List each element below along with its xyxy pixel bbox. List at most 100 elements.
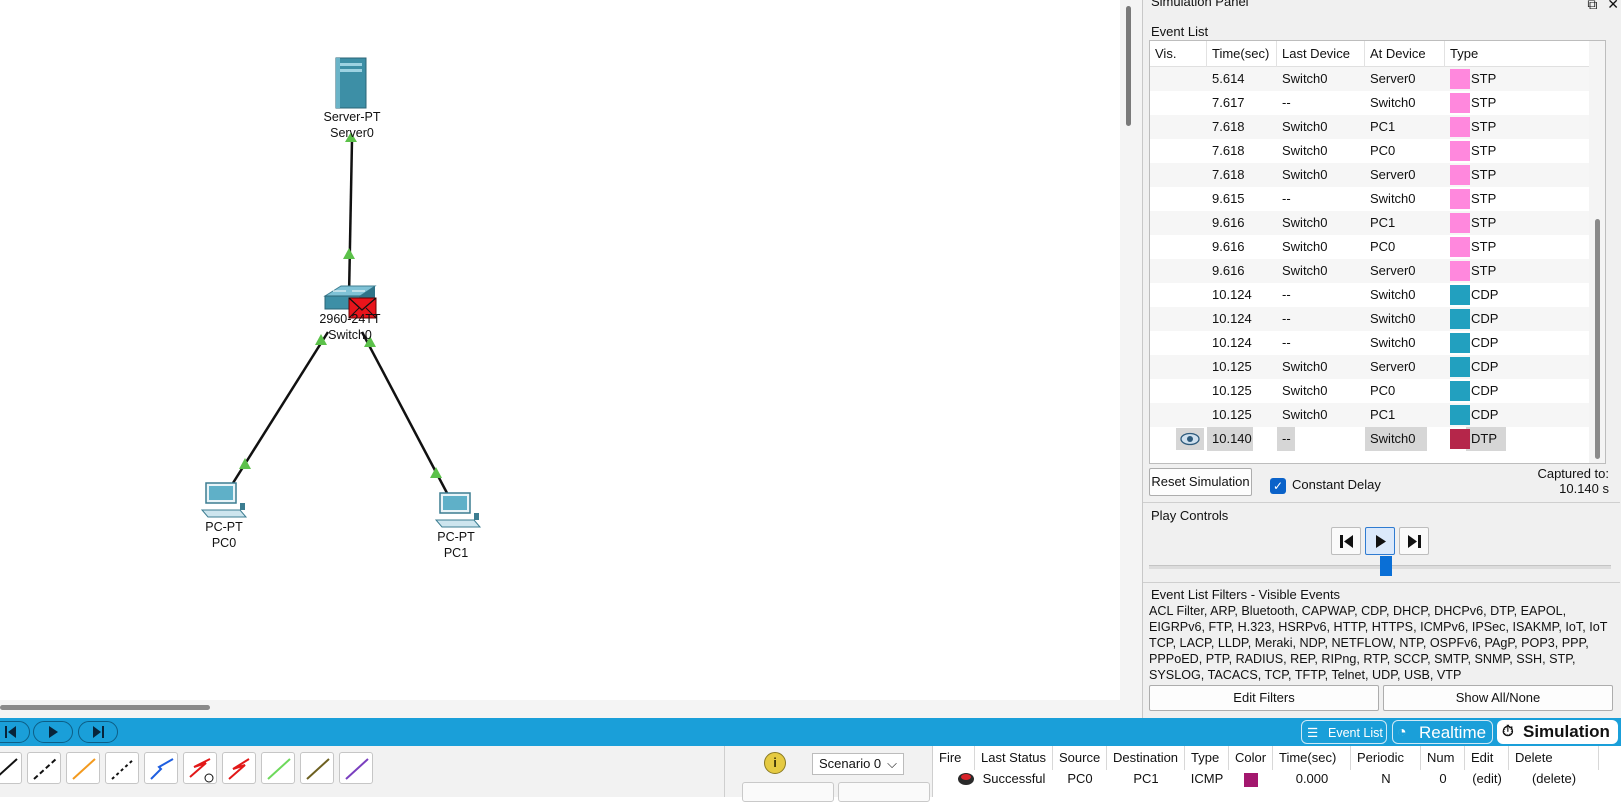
pdu-column-header[interactable]: Destination — [1107, 746, 1185, 770]
info-icon[interactable]: i — [764, 752, 786, 774]
time-play-button[interactable] — [33, 721, 73, 743]
workspace-vertical-scrollbar[interactable] — [1120, 0, 1142, 718]
constant-delay-checkbox[interactable]: ✓ — [1270, 478, 1286, 494]
link-server0-switch0[interactable] — [347, 139, 354, 297]
event-type: STP — [1471, 191, 1497, 206]
event-row[interactable]: 10.124 -- Switch0 CDP — [1150, 307, 1590, 331]
serial-dte-tool[interactable] — [222, 752, 256, 784]
pdu-column-header[interactable]: Source — [1053, 746, 1107, 770]
reset-simulation-button[interactable]: Reset Simulation — [1149, 468, 1252, 496]
event-row[interactable]: 10.125 Switch0 PC1 CDP — [1150, 403, 1590, 427]
event-row[interactable]: 10.124 -- Switch0 CDP — [1150, 331, 1590, 355]
event-row[interactable]: 9.615 -- Switch0 STP — [1150, 187, 1590, 211]
event-row[interactable]: 10.124 -- Switch0 CDP — [1150, 283, 1590, 307]
column-header[interactable]: Type — [1445, 41, 1590, 67]
step-forward-icon — [93, 726, 104, 738]
playback-speed-thumb[interactable] — [1380, 556, 1392, 576]
event-at-device: PC0 — [1370, 383, 1396, 398]
event-row[interactable]: 9.616 Switch0 PC1 STP — [1150, 211, 1590, 235]
step-back-button[interactable] — [1331, 527, 1361, 555]
pc-icon[interactable] — [200, 482, 248, 518]
topology-canvas[interactable] — [0, 0, 1120, 718]
pdu-column-header[interactable]: Edit — [1465, 746, 1509, 770]
time-forward-button[interactable] — [78, 721, 118, 743]
undock-icon[interactable]: ⧉ — [1587, 0, 1597, 12]
link-switch0-pc0[interactable] — [231, 331, 330, 484]
close-icon[interactable]: ✕ — [1607, 0, 1619, 12]
event-row[interactable]: 10.140 -- Switch0 DTP — [1150, 427, 1590, 451]
event-row[interactable]: 5.614 Switch0 Server0 STP — [1150, 67, 1590, 91]
play-controls-label: Play Controls — [1151, 508, 1229, 523]
pdu-column-header[interactable]: Fire — [933, 746, 975, 770]
console-cable-tool[interactable] — [27, 752, 61, 784]
pdu-list-table[interactable]: Fire Last Status Source Destination Type Colo… — [932, 746, 1621, 797]
new-scenario-button[interactable] — [742, 782, 834, 802]
pdu-column-header[interactable]: Color — [1229, 746, 1273, 770]
event-time: 5.614 — [1212, 71, 1245, 86]
pdu-delete-link[interactable]: (delete) — [1509, 770, 1599, 788]
event-row[interactable]: 7.618 Switch0 Server0 STP — [1150, 163, 1590, 187]
event-time: 9.616 — [1212, 215, 1245, 230]
tab-event-list[interactable]: ☰ Event List — [1301, 720, 1387, 744]
captured-value: 10.140 s — [1559, 481, 1609, 496]
tab-label: Realtime — [1419, 723, 1487, 742]
crossover-cable-tool[interactable] — [105, 752, 139, 784]
phone-cable-tool[interactable] — [300, 752, 334, 784]
octal-cable-icon — [345, 758, 369, 780]
pdu-edit-link[interactable]: (edit) — [1465, 770, 1509, 788]
delete-scenario-button[interactable] — [838, 782, 930, 802]
fiber-cable-tool[interactable] — [144, 752, 178, 784]
time-back-button[interactable] — [0, 721, 30, 743]
event-type: CDP — [1471, 359, 1499, 374]
column-header[interactable]: At Device — [1365, 41, 1445, 67]
tab-simulation[interactable]: ⏱ Simulation — [1497, 720, 1618, 744]
column-header[interactable]: Vis. — [1150, 41, 1207, 67]
crossover-cable-icon — [111, 758, 135, 780]
event-list-scrollbar[interactable] — [1589, 41, 1605, 463]
server-icon[interactable] — [335, 57, 367, 109]
column-header[interactable]: Time(sec) — [1207, 41, 1277, 67]
event-row[interactable]: 7.618 Switch0 PC0 STP — [1150, 139, 1590, 163]
workspace-horizontal-scrollbar[interactable] — [0, 700, 1120, 718]
pdu-column-header[interactable]: Time(sec) — [1273, 746, 1351, 770]
play-button[interactable] — [1365, 527, 1395, 555]
auto-connect-tool[interactable] — [0, 752, 22, 784]
event-row[interactable]: 9.616 Switch0 Server0 STP — [1150, 259, 1590, 283]
pdu-column-header[interactable]: Type — [1185, 746, 1229, 770]
fire-button-icon[interactable] — [957, 770, 975, 788]
straight-through-cable-tool[interactable] — [66, 752, 100, 784]
pdu-column-header[interactable]: Last Status — [975, 746, 1053, 770]
pdu-type: ICMP — [1190, 771, 1224, 786]
pdu-column-header[interactable]: Num — [1421, 746, 1465, 770]
filter-line: EIGRPv6, FTP, H.323, HSRPv6, HTTP, HTTPS… — [1149, 620, 1608, 634]
eye-icon[interactable] — [1176, 427, 1206, 451]
console-cable-icon — [33, 758, 57, 780]
edit-filters-button[interactable]: Edit Filters — [1149, 685, 1379, 711]
event-time: 9.615 — [1212, 191, 1245, 206]
divider — [724, 746, 734, 797]
link-switch0-pc1[interactable] — [360, 331, 449, 494]
event-row[interactable]: 7.617 -- Switch0 STP — [1150, 91, 1590, 115]
event-list-table[interactable]: Vis. Time(sec) Last Device At Device Typ… — [1149, 40, 1606, 464]
step-forward-button[interactable] — [1399, 527, 1429, 555]
pdu-column-header[interactable]: Periodic — [1351, 746, 1421, 770]
scenario-select[interactable]: Scenario 0 ⌵ — [812, 753, 904, 775]
event-row[interactable]: 10.125 Switch0 PC0 CDP — [1150, 379, 1590, 403]
event-row[interactable]: 7.618 Switch0 PC1 STP — [1150, 115, 1590, 139]
octal-cable-tool[interactable] — [339, 752, 373, 784]
show-all-none-button[interactable]: Show All/None — [1383, 685, 1613, 711]
column-header[interactable]: Last Device — [1277, 41, 1365, 67]
tab-realtime[interactable]: ◔ Realtime — [1392, 720, 1493, 744]
pdu-row[interactable]: Successful PC0 PC1 ICMP 0.000 N 0 (edit) (delete… — [933, 770, 1621, 790]
logical-workspace[interactable]: Server-PT Server0 2960-24TT Switch0 PC-P… — [0, 0, 1120, 718]
play-icon — [49, 726, 58, 738]
serial-dce-tool[interactable] — [183, 752, 217, 784]
pc-icon[interactable] — [434, 492, 482, 528]
pdu-column-header[interactable]: Delete — [1509, 746, 1599, 770]
coaxial-cable-tool[interactable] — [261, 752, 295, 784]
event-row[interactable]: 9.616 Switch0 PC0 STP — [1150, 235, 1590, 259]
tab-label: Event List — [1328, 726, 1383, 740]
pdu-source: PC0 — [1067, 771, 1093, 786]
event-row[interactable]: 10.125 Switch0 Server0 CDP — [1150, 355, 1590, 379]
chevron-down-icon: ⌵ — [887, 756, 897, 771]
